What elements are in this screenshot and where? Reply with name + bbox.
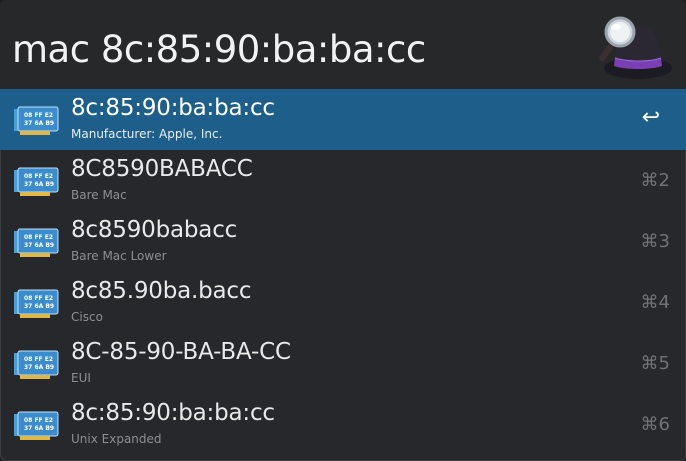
result-title: 8c:85:90:ba:ba:cc	[71, 95, 275, 121]
result-subtitle: Bare Mac	[71, 188, 127, 202]
shortcut-hint: ⌘2	[640, 170, 670, 191]
result-subtitle: Cisco	[71, 310, 103, 324]
icon-label-line2: 37 6A B9	[24, 425, 54, 432]
network-card-icon: 08 FF E2 37 6A B9	[14, 289, 59, 318]
result-title: 8c:85:90:ba:ba:cc	[71, 400, 275, 426]
results-list: 08 FF E2 37 6A B9 8c:85:90:ba:ba:cc Manu…	[0, 89, 686, 461]
icon-label-line1: 08 FF E2	[24, 173, 53, 180]
alfred-hat-logo-icon	[599, 16, 672, 79]
result-row[interactable]: 08 FF E2 37 6A B9 8c85.90ba.bacc Cisco ⌘…	[0, 272, 686, 333]
result-row[interactable]: 08 FF E2 37 6A B9 8c8590babacc Bare Mac …	[0, 211, 686, 272]
network-card-icon: 08 FF E2 37 6A B9	[14, 350, 59, 379]
network-card-icon: 08 FF E2 37 6A B9	[14, 106, 59, 135]
icon-label-line1: 08 FF E2	[24, 234, 53, 241]
result-subtitle: EUI	[71, 371, 91, 385]
result-row[interactable]: 08 FF E2 37 6A B9 8c:85:90:ba:ba:cc Unix…	[0, 394, 686, 455]
icon-label-line1: 08 FF E2	[24, 417, 53, 424]
network-card-icon: 08 FF E2 37 6A B9	[14, 167, 59, 196]
result-row[interactable]: 08 FF E2 37 6A B9 8c:85:90:ba:ba:cc Manu…	[0, 89, 686, 150]
icon-label-line2: 37 6A B9	[24, 120, 54, 127]
icon-label-line2: 37 6A B9	[24, 364, 54, 371]
result-title: 8c85.90ba.bacc	[71, 278, 252, 304]
icon-label-line2: 37 6A B9	[24, 303, 54, 310]
result-row[interactable]: 08 FF E2 37 6A B9 8C8590BABACC Bare Mac …	[0, 150, 686, 211]
icon-label-line2: 37 6A B9	[24, 181, 54, 188]
search-input[interactable]	[12, 28, 572, 71]
shortcut-hint: ⌘6	[640, 414, 670, 435]
shortcut-hint: ⌘5	[640, 353, 670, 374]
search-bar	[0, 0, 686, 89]
result-title: 8c8590babacc	[71, 217, 238, 243]
result-subtitle: Bare Mac Lower	[71, 249, 167, 263]
icon-label-line1: 08 FF E2	[24, 295, 53, 302]
icon-label-line2: 37 6A B9	[24, 242, 54, 249]
icon-label-line1: 08 FF E2	[24, 112, 53, 119]
result-subtitle: Unix Expanded	[71, 432, 162, 446]
shortcut-hint: ⌘4	[640, 292, 670, 313]
alfred-window: 08 FF E2 37 6A B9 8c:85:90:ba:ba:cc Manu…	[0, 0, 686, 461]
shortcut-hint: ⌘3	[640, 231, 670, 252]
return-key-icon: ↩	[641, 105, 660, 130]
result-row[interactable]: 08 FF E2 37 6A B9 8C-85-90-BA-BA-CC EUI …	[0, 333, 686, 394]
result-subtitle: Manufacturer: Apple, Inc.	[71, 127, 223, 141]
result-title: 8C-85-90-BA-BA-CC	[71, 339, 291, 365]
network-card-icon: 08 FF E2 37 6A B9	[14, 228, 59, 257]
icon-label-line1: 08 FF E2	[24, 356, 53, 363]
network-card-icon: 08 FF E2 37 6A B9	[14, 411, 59, 440]
result-title: 8C8590BABACC	[71, 156, 253, 182]
